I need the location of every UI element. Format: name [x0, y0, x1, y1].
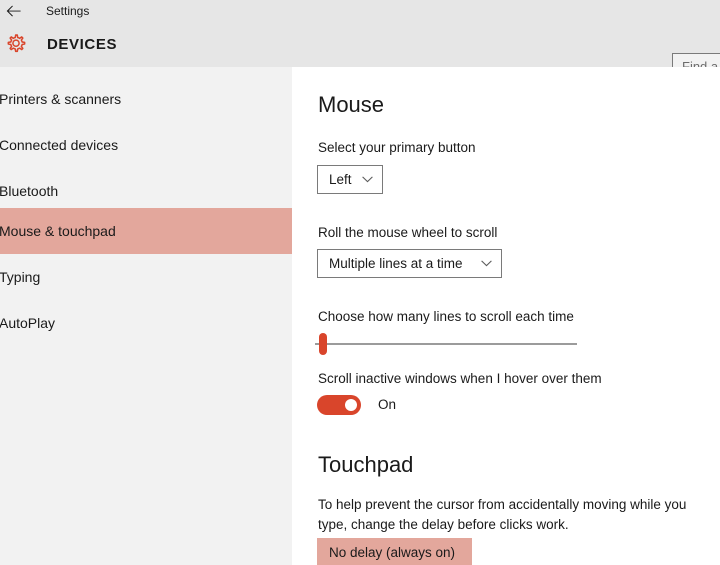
sidebar-item-printers-scanners[interactable]: Printers & scanners: [0, 76, 292, 122]
touchpad-delay-value: No delay (always on): [329, 544, 455, 562]
wheel-scroll-label: Roll the mouse wheel to scroll: [318, 224, 497, 242]
back-button[interactable]: [0, 0, 26, 22]
scroll-inactive-label: Scroll inactive windows when I hover ove…: [318, 370, 602, 388]
primary-button-value: Left: [329, 171, 352, 189]
title-bar: Settings: [0, 0, 720, 22]
sidebar-item-autoplay[interactable]: AutoPlay: [0, 300, 292, 346]
primary-button-label: Select your primary button: [318, 139, 476, 157]
chevron-down-icon: [481, 260, 492, 267]
sidebar-item-label: Mouse & touchpad: [0, 222, 116, 240]
sidebar-item-label: Bluetooth: [0, 182, 58, 200]
sidebar: Printers & scanners Connected devices Bl…: [0, 67, 292, 565]
sidebar-item-typing[interactable]: Typing: [0, 254, 292, 300]
touchpad-delay-dropdown[interactable]: No delay (always on): [317, 538, 472, 565]
sidebar-item-connected-devices[interactable]: Connected devices: [0, 122, 292, 168]
lines-to-scroll-label: Choose how many lines to scroll each tim…: [318, 308, 574, 326]
app-header: DEVICES: [0, 22, 720, 67]
wheel-scroll-dropdown[interactable]: Multiple lines at a time: [317, 249, 502, 278]
gear-icon: [3, 32, 29, 58]
touchpad-section-heading: Touchpad: [318, 452, 413, 478]
sidebar-item-mouse-touchpad[interactable]: Mouse & touchpad: [0, 208, 292, 254]
slider-track: [315, 343, 577, 345]
sidebar-item-label: AutoPlay: [0, 314, 55, 332]
chevron-down-icon: [362, 176, 373, 183]
primary-button-dropdown[interactable]: Left: [317, 165, 383, 194]
scroll-inactive-state: On: [378, 396, 396, 414]
touchpad-description: To help prevent the cursor from accident…: [318, 495, 714, 535]
window-title: Settings: [46, 5, 89, 17]
content-pane: Mouse Select your primary button Left Ro…: [292, 67, 720, 565]
sidebar-item-label: Connected devices: [0, 136, 118, 154]
slider-thumb[interactable]: [319, 333, 327, 355]
sidebar-item-label: Typing: [0, 268, 40, 286]
mouse-section-heading: Mouse: [318, 92, 384, 118]
page-title: DEVICES: [47, 35, 117, 55]
toggle-knob: [345, 399, 357, 411]
wheel-scroll-value: Multiple lines at a time: [329, 255, 463, 273]
sidebar-item-label: Printers & scanners: [0, 90, 121, 108]
lines-to-scroll-slider[interactable]: [315, 333, 577, 355]
scroll-inactive-toggle[interactable]: [317, 395, 361, 415]
scroll-inactive-toggle-row: On: [317, 395, 396, 415]
settings-window: Settings DEVICES Printers & scanners Con…: [0, 0, 720, 565]
